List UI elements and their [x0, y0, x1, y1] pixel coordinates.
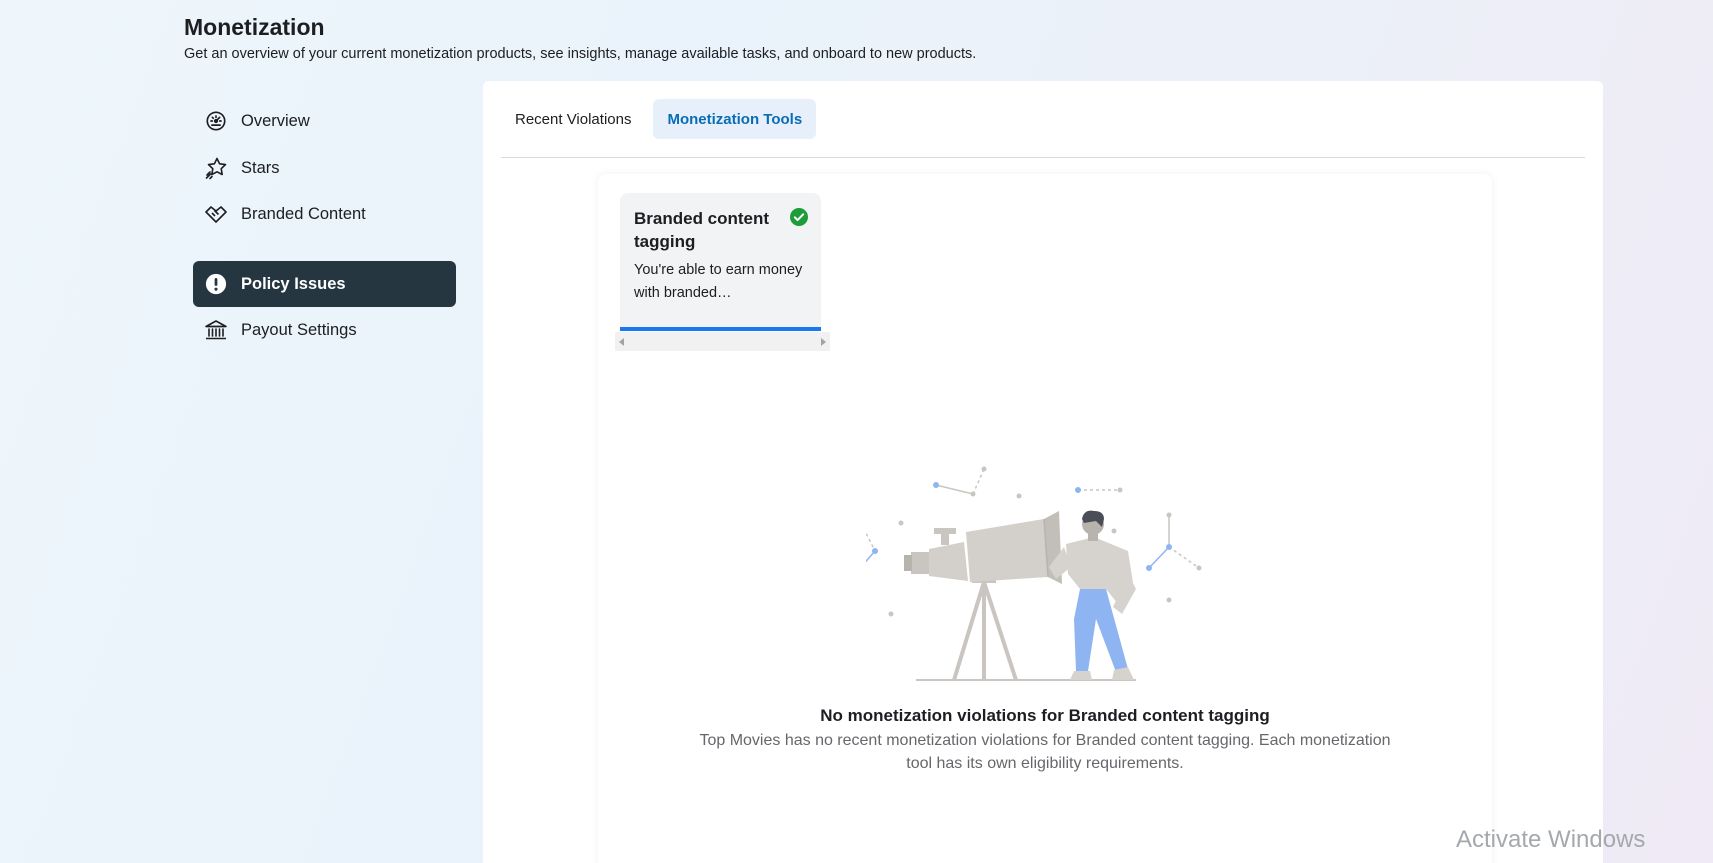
tool-card-selected-indicator	[620, 327, 821, 331]
sidebar-item-label: Stars	[241, 158, 280, 177]
tripod	[952, 574, 1018, 681]
sidebar-item-overview[interactable]: Overview	[193, 98, 456, 144]
person-figure	[1049, 510, 1136, 680]
empty-state-title: No monetization violations for Branded c…	[820, 706, 1270, 725]
tab-divider	[501, 157, 1585, 158]
page-title: Monetization	[184, 14, 325, 40]
tab-monetization-tools[interactable]: Monetization Tools	[653, 99, 817, 139]
telescope-illustration	[866, 466, 1202, 681]
star-icon	[204, 156, 228, 180]
sidebar-item-stars[interactable]: Stars	[193, 145, 456, 191]
tool-card-scroller: Branded content tagging You're able to e…	[615, 191, 830, 351]
telescope	[904, 511, 1062, 584]
sidebar-item-label: Payout Settings	[241, 320, 357, 339]
sidebar-item-branded-content[interactable]: Branded Content	[193, 191, 456, 237]
tab-bar: Recent Violations Monetization Tools	[501, 99, 817, 139]
scroll-right-icon[interactable]	[821, 337, 826, 346]
exclamation-circle-icon	[204, 272, 228, 296]
sidebar-item-payout-settings[interactable]: Payout Settings	[193, 307, 456, 353]
sidebar-item-label: Branded Content	[241, 204, 366, 223]
page-subtitle: Get an overview of your current monetiza…	[184, 46, 977, 62]
sidebar: Overview Stars Branded Content Policy Is…	[193, 98, 456, 353]
horizontal-scrollbar[interactable]	[615, 332, 830, 351]
sidebar-item-policy-issues[interactable]: Policy Issues	[193, 261, 456, 307]
tool-card-branded-content-tagging[interactable]: Branded content tagging You're able to e…	[620, 193, 821, 328]
windows-activation-watermark: Activate Windows	[1456, 826, 1646, 853]
main-panel: Recent Violations Monetization Tools Bra…	[483, 81, 1603, 863]
tab-recent-violations[interactable]: Recent Violations	[501, 99, 645, 139]
scroll-left-icon[interactable]	[619, 337, 624, 346]
monetization-tools-card: Branded content tagging You're able to e…	[598, 174, 1492, 863]
sidebar-item-label: Overview	[241, 111, 310, 130]
gauge-icon	[204, 109, 228, 133]
page-header: Monetization Get an overview of your cur…	[184, 12, 976, 64]
bank-icon	[204, 318, 228, 342]
tool-card-title: Branded content tagging	[634, 209, 770, 251]
check-circle-icon	[790, 208, 808, 226]
sidebar-item-label: Policy Issues	[241, 274, 346, 293]
handshake-icon	[204, 202, 228, 226]
empty-state-description: Top Movies has no recent monetization vi…	[699, 732, 1391, 772]
tool-card-description: You're able to earn money with branded…	[634, 262, 803, 301]
